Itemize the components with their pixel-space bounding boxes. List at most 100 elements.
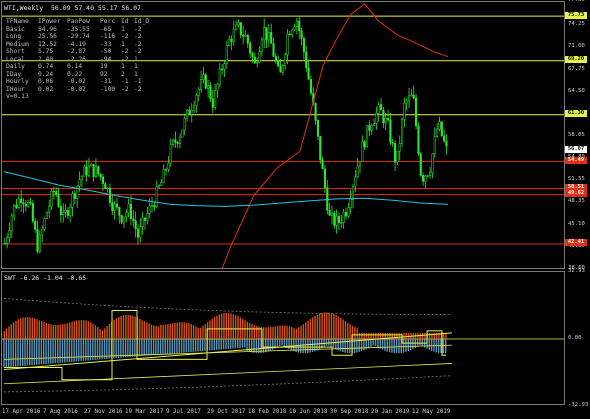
candle-body [277, 60, 280, 67]
table-row: IDay 0.24 0.22 92 2 1 [6, 71, 146, 79]
candle-body [172, 139, 175, 145]
candle-body [412, 94, 415, 99]
candle-body [146, 213, 149, 221]
table-row-cell: -35.55 [67, 25, 90, 33]
candle-body [396, 150, 399, 163]
oscillator-title: SWT -6.26 -1.04 -0.65 [4, 274, 87, 282]
table-row-cell: -2 [121, 55, 129, 63]
candle-body [113, 203, 116, 211]
candle-body [209, 85, 212, 100]
candle-body [330, 213, 334, 216]
candle-body [284, 54, 287, 66]
candle-body [225, 45, 228, 64]
candle-body [253, 56, 256, 64]
candle-body [10, 215, 13, 231]
candle-body [48, 205, 51, 213]
candle-body [340, 222, 343, 224]
candle-body [433, 136, 436, 155]
candle-body [335, 215, 338, 226]
candle-body [246, 35, 249, 44]
table-row-cell: Daily [6, 63, 25, 70]
price-axis[interactable]: 77.8074.2571.0067.7564.5061.2558.0554.80… [566, 0, 590, 271]
candle-body [251, 53, 254, 58]
table-row-cell: -0.02 [67, 78, 86, 85]
candle-body [118, 206, 121, 216]
candle-body [239, 22, 242, 36]
candle-body [181, 129, 184, 138]
table-row-cell: 54.96 [38, 25, 57, 33]
candle-body [302, 37, 305, 53]
candle-body [59, 206, 62, 215]
oscillator-pane[interactable]: SWT -6.26 -1.04 -0.65 [1, 271, 565, 405]
candle-body [176, 142, 179, 144]
candle-body [321, 159, 324, 170]
candle-body [263, 27, 266, 41]
candle-body [235, 24, 238, 30]
candle-body [155, 186, 158, 207]
table-row-cell: 1 [121, 25, 125, 33]
table-row-cell: 19 [100, 63, 108, 70]
price-level-tag: 61.30 [565, 110, 587, 118]
candle-body [365, 125, 369, 148]
candle-body [347, 207, 350, 217]
candle-body [162, 169, 165, 183]
candle-body [281, 65, 284, 73]
candle-body [94, 166, 97, 177]
candle-body [443, 135, 446, 142]
table-row-cell: IHour [6, 85, 25, 93]
candle-body [200, 79, 203, 90]
price-tick: 51.55 [568, 176, 585, 183]
oscillator-canvas[interactable] [2, 272, 565, 405]
price-chart-pane[interactable]: WTI,Weekly 56.09 57.40 55.17 56.07 TFNam… [1, 1, 565, 269]
candle-body [288, 33, 291, 36]
time-axis[interactable]: 17 Apr 2016 7 Aug 2016 27 Nov 2016 19 Mar 2… [0, 406, 566, 419]
candle-body [197, 89, 200, 96]
candle-body [183, 117, 186, 131]
candle-body [164, 169, 168, 171]
candle-body [291, 29, 294, 35]
candle-body [80, 175, 83, 180]
candle-body [143, 217, 147, 221]
candle-body [38, 234, 41, 252]
candle-body [379, 104, 383, 111]
table-row-cell: -1 [134, 78, 142, 85]
candle-body [129, 203, 133, 220]
price-tick: 58.05 [568, 132, 585, 139]
candle-body [160, 182, 163, 187]
candle-body [419, 153, 422, 176]
table-row-cell: Long [6, 33, 22, 40]
candle-body [272, 43, 275, 57]
time-tick: 10 Jun 2018 [289, 409, 328, 415]
table-row: Medium 12.52 -4.19 -33 1 -2 [6, 41, 146, 49]
candle-body [342, 212, 345, 223]
table-row-cell: -2 [134, 85, 142, 93]
candle-body [179, 136, 182, 144]
candle-body [270, 32, 273, 44]
table-row: Local 2.40 -2.26 -94 -2 1 [6, 56, 146, 64]
lower-band [3, 375, 453, 393]
candle-body [92, 164, 95, 177]
candle-body [384, 117, 387, 124]
table-header-cell: Id [121, 18, 129, 25]
candle-body [101, 176, 104, 184]
table-row-cell: 0.02 [38, 85, 54, 93]
oscillator-axis[interactable]: 32.93 0.00 -32.93 [566, 268, 590, 408]
table-row: Hourly 0.06 -0.02 -31 -1 -1 [6, 78, 146, 86]
candle-body [73, 193, 76, 199]
table-row-cell: -0.02 [67, 85, 86, 93]
candle-body [214, 90, 217, 108]
price-tick: 45.10 [568, 220, 585, 227]
candle-body [104, 183, 107, 189]
candle-body [218, 68, 221, 85]
candle-body [256, 62, 259, 64]
table-row-cell: -1 [121, 78, 129, 85]
oscillator-tick: 0.00 [568, 335, 582, 341]
candle-body [295, 20, 298, 27]
table-row-cell: -2 [134, 33, 142, 40]
candle-body [375, 113, 378, 124]
candle-body [13, 204, 16, 217]
time-tick: 18 Feb 2018 [248, 409, 287, 415]
candle-body [127, 203, 130, 214]
candle-body [20, 198, 23, 204]
candle-body [258, 51, 261, 63]
